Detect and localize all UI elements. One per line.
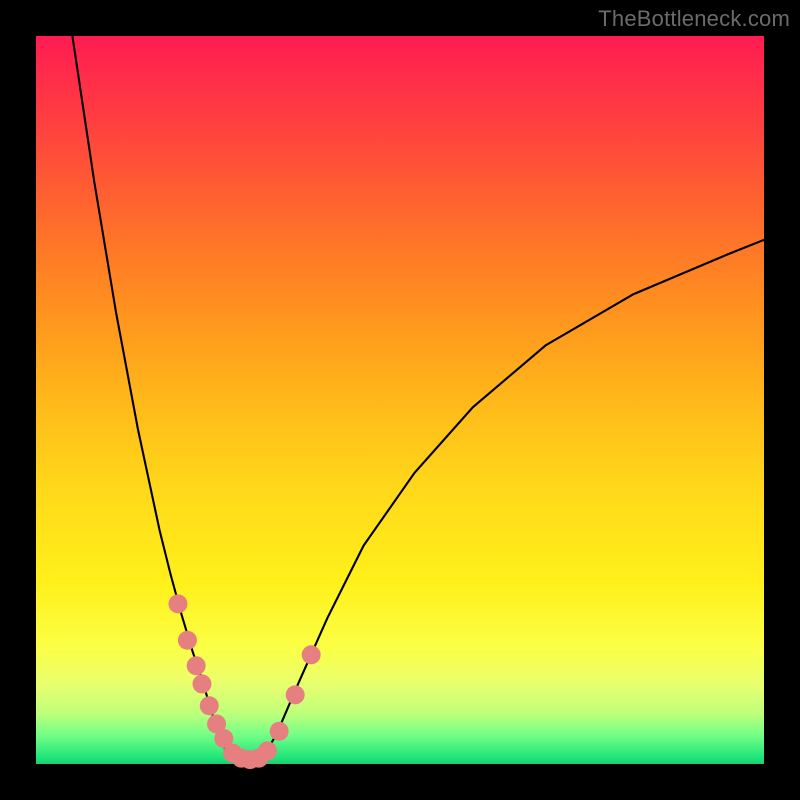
curve-right-branch [262, 240, 764, 759]
marker-dot [258, 741, 277, 760]
curve-left-branch [72, 36, 232, 759]
plot-area [36, 36, 764, 764]
marker-dot [187, 656, 206, 675]
curve-svg [36, 36, 764, 764]
marker-dot [192, 674, 211, 693]
watermark-text: TheBottleneck.com [598, 6, 790, 32]
marker-dot [302, 645, 321, 664]
marker-dots-group [168, 594, 320, 769]
marker-dot [168, 594, 187, 613]
marker-dot [286, 685, 305, 704]
chart-stage: TheBottleneck.com [0, 0, 800, 800]
marker-dot [200, 696, 219, 715]
marker-dot [270, 722, 289, 741]
marker-dot [178, 631, 197, 650]
